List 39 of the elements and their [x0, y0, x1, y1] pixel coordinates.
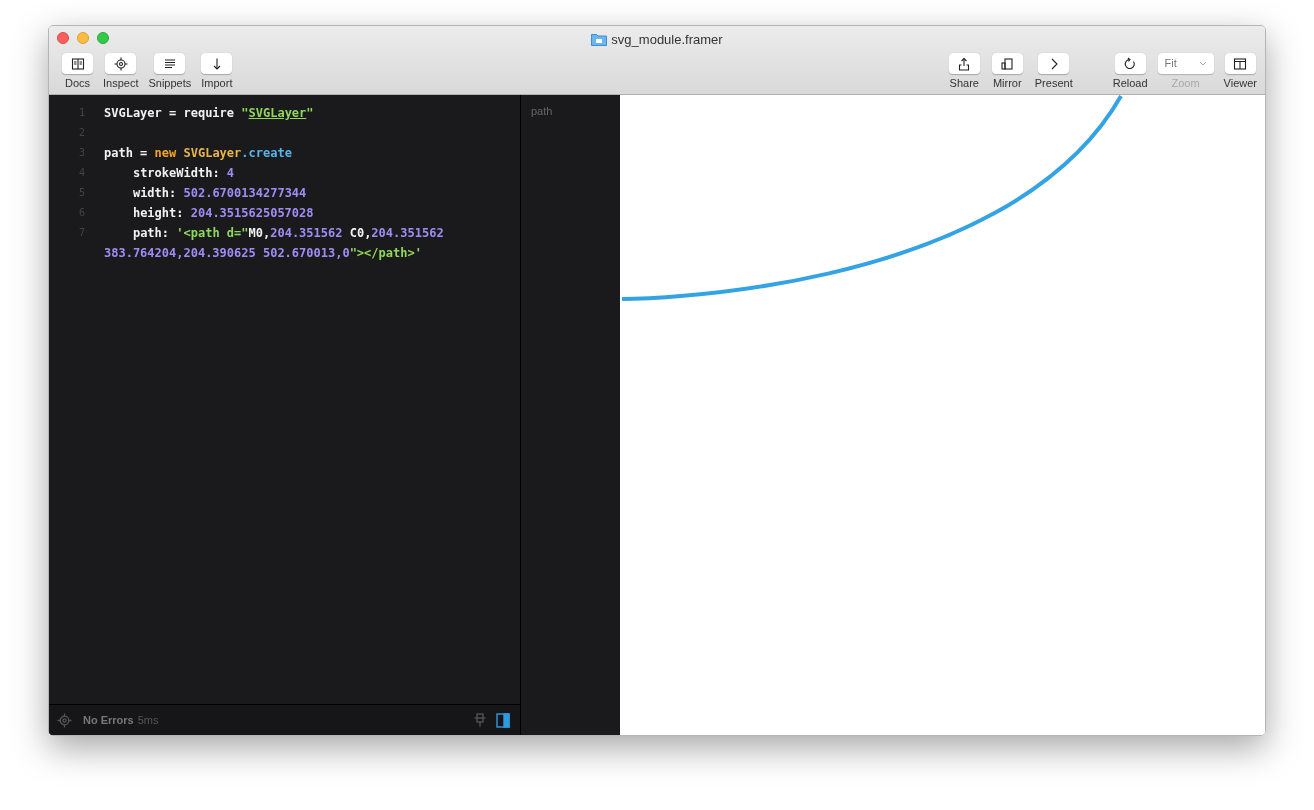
toolbar-label: Inspect: [103, 78, 139, 89]
target-icon: [57, 712, 72, 728]
reload-button[interactable]: [1114, 53, 1146, 74]
code-line: strokeWidth: 4: [131, 165, 236, 182]
inspect-button[interactable]: [105, 53, 137, 74]
toolbar-label: Share: [949, 78, 979, 89]
chevron-down-icon: [1198, 61, 1207, 66]
viewer-icon: [1233, 56, 1248, 71]
panel-toggle-icon[interactable]: [496, 712, 510, 728]
code-line: path = new SVGLayer.create: [104, 145, 293, 162]
code-line: path: '<path d="M0,204.351562 C0,204.351562 383.764204,204.390625 502.670013,0"></path>': [104, 225, 445, 262]
folder-icon: [591, 33, 608, 47]
mirror-icon: [1000, 56, 1015, 71]
close-button[interactable]: [57, 32, 69, 44]
mirror-button[interactable]: [991, 53, 1023, 74]
toolbar-label: Present: [1034, 78, 1073, 89]
toolbar-label: Reload: [1112, 78, 1148, 89]
toolbar-label: Snippets: [148, 78, 192, 89]
import-button[interactable]: [201, 53, 233, 74]
status-time: 5ms: [137, 712, 159, 728]
code-line: height: 204.3515625057028: [131, 205, 315, 222]
snippets-button[interactable]: [154, 53, 186, 74]
viewer-button[interactable]: [1224, 53, 1256, 74]
toolbar-label: Import: [201, 78, 233, 89]
share-button[interactable]: [948, 53, 980, 74]
layer-item[interactable]: path: [531, 103, 620, 120]
reload-icon: [1123, 56, 1138, 71]
toolbar-label: Docs: [64, 78, 91, 89]
window-title: svg_module.framer: [611, 31, 723, 49]
status-message: No Errors: [83, 712, 134, 728]
toolbar-label: Viewer: [1223, 78, 1257, 89]
code-line: width: 502.6700134277344: [131, 185, 308, 202]
code-line: SVGLayer = require "SVGLayer": [104, 105, 315, 122]
toolbar-label: Mirror: [992, 78, 1022, 89]
docs-button[interactable]: [62, 53, 93, 74]
inspect-icon: [113, 56, 128, 71]
snippets-icon: [162, 56, 177, 71]
share-icon: [957, 56, 972, 71]
docs-icon: [70, 56, 85, 71]
